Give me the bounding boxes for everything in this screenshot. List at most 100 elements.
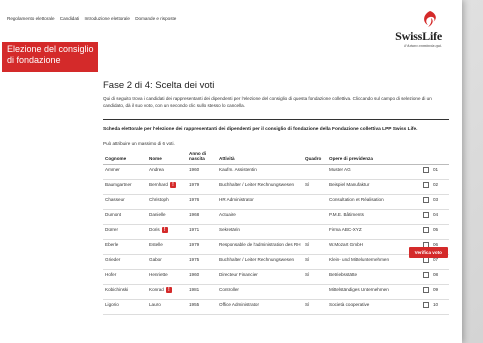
- cell-select: 02: [421, 179, 449, 195]
- cell-opera: Klein- und Mittelunternehmen: [327, 254, 421, 270]
- candidate-number: 05: [433, 226, 439, 232]
- cell-year: 1976: [187, 194, 217, 210]
- swisslife-logo: SwissLife Il futuro comincia qui.: [395, 10, 442, 48]
- cell-activity: Office Administrator: [217, 299, 303, 315]
- cell-year: 1975: [187, 254, 217, 270]
- table-row: Ammer Andrea 1960 Kaufm. Assistentin Muster …: [103, 164, 449, 180]
- cell-surname: Eberle: [103, 239, 147, 255]
- intro-text: Qui di seguito trova i candidati dei rap…: [103, 96, 432, 108]
- cell-quadro: [303, 224, 327, 240]
- cell-activity-text: Actuaire: [219, 211, 236, 217]
- col-header-opere: Opere di previdenza: [327, 148, 421, 165]
- cell-year: 1955: [187, 299, 217, 315]
- candidate-number: 04: [433, 211, 439, 217]
- cell-name: Bernhard!: [147, 179, 187, 195]
- cell-name: Konrad!: [147, 284, 187, 300]
- table-body: Ammer Andrea 1960 Kaufm. Assistentin Muster …: [103, 164, 449, 315]
- table-row: Chasseur Christoph 1976 HR Administrator Con…: [103, 194, 449, 210]
- cell-opera-text: Muster AG: [329, 166, 351, 172]
- table-row: Eberle Estelle 1979 Responsable de l'admini…: [103, 239, 449, 255]
- cell-activity-text: Sekretärin: [219, 226, 240, 232]
- nav-link-introduzione[interactable]: Introduzione elettorale: [84, 16, 129, 21]
- cell-opera-text: Firma ABC-XYZ: [329, 226, 362, 232]
- vote-checkbox[interactable]: [423, 181, 429, 188]
- page-title: Elezione del consiglio di fondazione: [2, 42, 98, 72]
- cell-opera: Firma ABC-XYZ: [327, 224, 421, 240]
- cell-surname: Dürrer: [103, 224, 147, 240]
- cell-opera: Betriebsstätte: [327, 269, 421, 285]
- col-header-anno: Anno di nascita: [187, 148, 217, 165]
- verify-vote-button[interactable]: Verifica voto: [408, 247, 448, 258]
- cell-activity: Kaufm. Assistentin: [217, 164, 303, 180]
- warning-icon: !: [161, 226, 168, 233]
- vote-checkbox[interactable]: [423, 286, 429, 293]
- cell-select: 04: [421, 209, 449, 225]
- cell-year-text: 1976: [189, 196, 200, 202]
- cell-opera-text: P.M.E. Bâtiments: [329, 211, 364, 217]
- cell-opera: Beispiel Manufaktur: [327, 179, 421, 195]
- cell-year: 1979: [187, 179, 217, 195]
- cell-year-text: 1981: [189, 286, 200, 292]
- vote-checkbox[interactable]: [423, 271, 429, 278]
- cell-activity-text: Controller: [219, 286, 239, 292]
- cell-name-text: Andrea: [149, 166, 164, 172]
- cell-name-text: Bernhard: [149, 181, 168, 187]
- vote-checkbox[interactable]: [423, 301, 429, 308]
- vote-checkbox[interactable]: [423, 166, 429, 173]
- cell-name-text: Estelle: [149, 241, 163, 247]
- cell-surname-text: Ligorio: [105, 301, 119, 307]
- cell-surname-text: Dumont: [105, 211, 122, 217]
- cell-opera: Società cooperative: [327, 299, 421, 315]
- cell-surname: Chasseur: [103, 194, 147, 210]
- vote-checkbox[interactable]: [423, 211, 429, 218]
- candidate-number: 08: [433, 271, 439, 277]
- cell-year-text: 1971: [189, 226, 200, 232]
- cell-year-text: 1979: [189, 181, 200, 187]
- cell-opera-text: Beispiel Manufaktur: [329, 181, 370, 187]
- cell-activity-text: Office Administrator: [219, 301, 259, 307]
- cell-activity: Controller: [217, 284, 303, 300]
- vote-checkbox[interactable]: [423, 226, 429, 233]
- logo-wordmark: SwissLife: [395, 29, 442, 43]
- cell-surname: Kobichinski: [103, 284, 147, 300]
- cell-opera-text: Klein- und Mittelunternehmen: [329, 256, 390, 262]
- candidate-number: 09: [433, 286, 439, 292]
- cell-year-text: 1975: [189, 256, 200, 262]
- nav-link-regolamento[interactable]: Regolamento elettorale: [7, 16, 55, 21]
- table-row: Dürrer Doris! 1971 Sekretärin Firma ABC-XYZ 0…: [103, 224, 449, 240]
- nav-link-domande[interactable]: Domande e risposte: [135, 16, 176, 21]
- cell-surname-text: Grieder: [105, 256, 121, 262]
- cell-select: 10: [421, 299, 449, 315]
- cell-year-text: 1979: [189, 241, 200, 247]
- cell-surname-text: Hofer: [105, 271, 117, 277]
- cell-surname-text: Kobichinski: [105, 286, 129, 292]
- cell-select: 09: [421, 284, 449, 300]
- nav-link-candidati[interactable]: Candidati: [60, 16, 79, 21]
- cell-activity-text: Responsable de l'administration des RH: [219, 241, 301, 247]
- cell-activity-text: Buchhalter / Leiter Rechnungswesen: [219, 181, 295, 187]
- cell-activity: Directeur Financier: [217, 269, 303, 285]
- cell-quadro: [303, 209, 327, 225]
- col-header-select: [421, 148, 449, 165]
- table-header-row: Cognome Nome Anno di nascita Attività Qu…: [103, 148, 449, 165]
- warning-icon: !: [165, 286, 172, 293]
- cell-year: 1979: [187, 239, 217, 255]
- cell-name-text: Konrad: [149, 286, 164, 292]
- cell-name: Estelle: [147, 239, 187, 255]
- cell-year: 1968: [187, 209, 217, 225]
- cell-name: Henriette: [147, 269, 187, 285]
- cell-opera-text: Mittelständiges Unternehmen: [329, 286, 389, 292]
- logo-mark: [412, 10, 442, 30]
- cell-year-text: 1960: [189, 271, 200, 277]
- cell-name-text: Doris: [149, 226, 160, 232]
- col-header-cognome: Cognome: [103, 148, 147, 165]
- cell-surname-text: Baumgartner: [105, 181, 132, 187]
- cell-activity-text: Kaufm. Assistentin: [219, 166, 257, 172]
- cell-name-text: Henriette: [149, 271, 168, 277]
- candidate-number: 01: [433, 166, 439, 172]
- vote-checkbox[interactable]: [423, 196, 429, 203]
- cell-surname: Ligorio: [103, 299, 147, 315]
- cell-select: 05: [421, 224, 449, 240]
- cell-year: 1960: [187, 164, 217, 180]
- cell-quadro-text: Sì: [305, 241, 310, 247]
